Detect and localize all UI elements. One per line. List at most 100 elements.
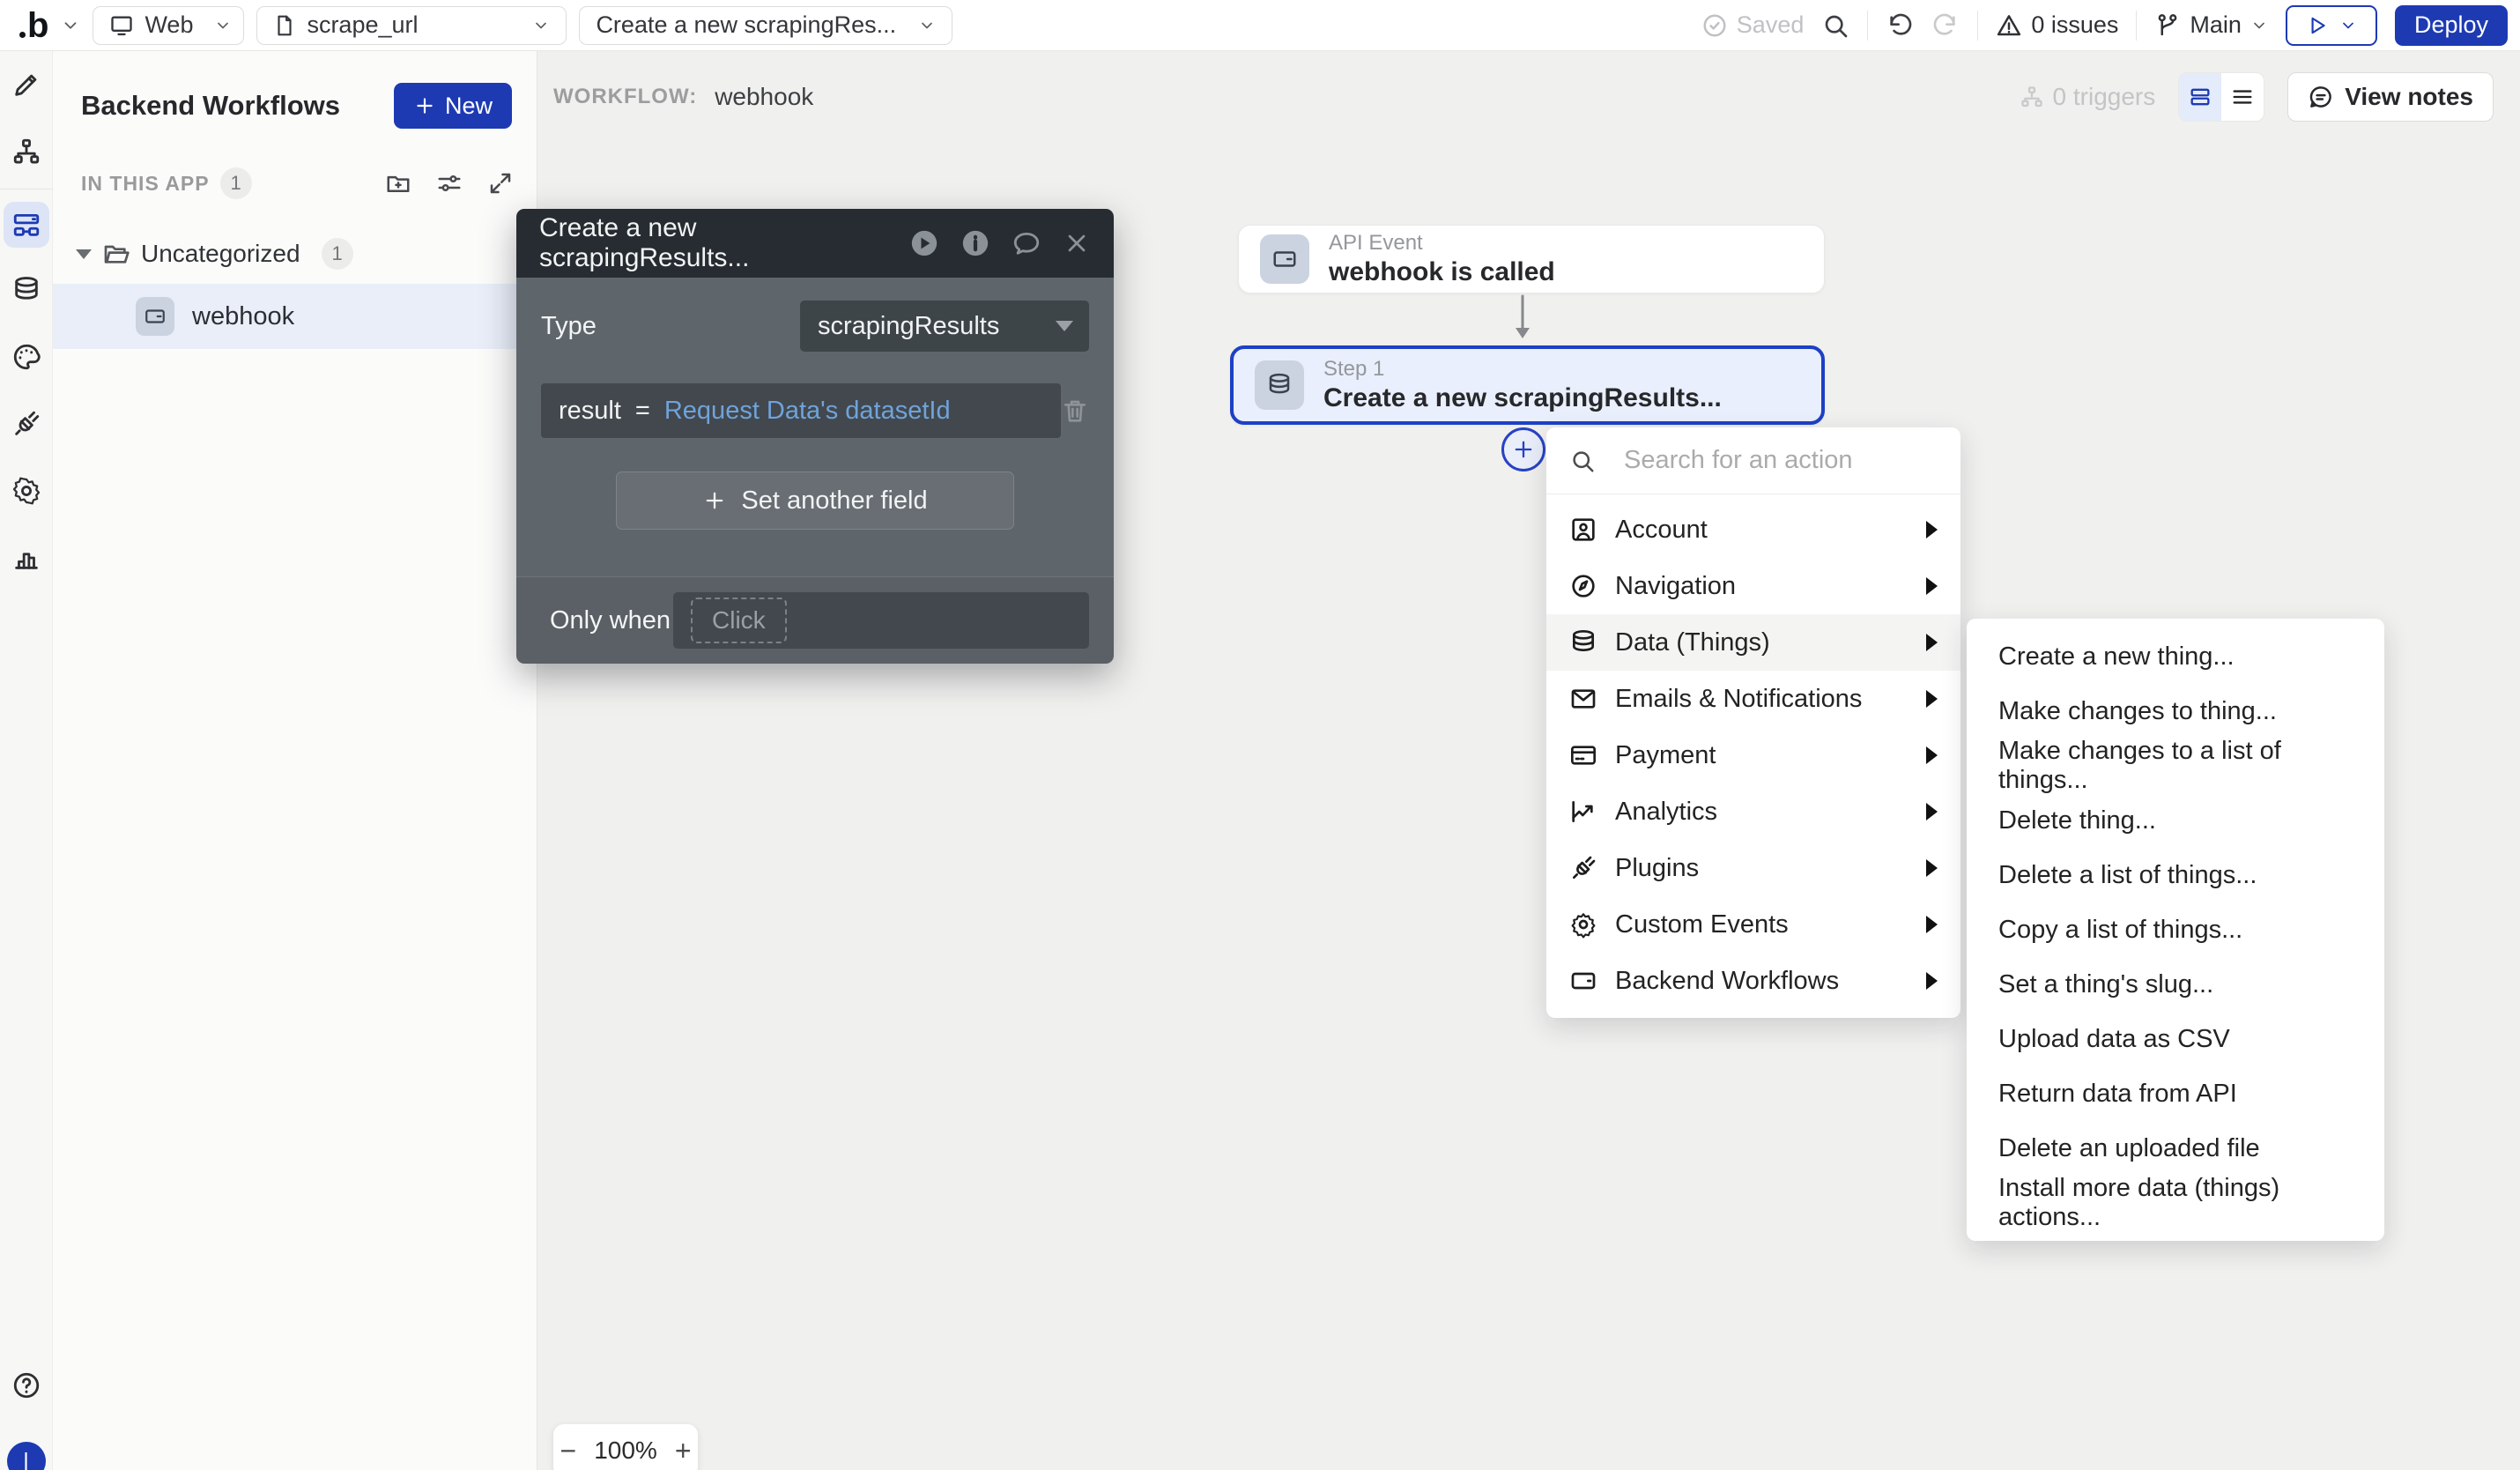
workflow-icon [4, 202, 49, 248]
submenu-item[interactable]: Create a new thing... [1967, 629, 2384, 684]
action-menu-item[interactable]: Payment [1546, 727, 1960, 783]
run-icon[interactable] [909, 228, 939, 258]
expand-icon[interactable] [487, 170, 514, 197]
submenu-item[interactable]: Delete thing... [1967, 793, 2384, 848]
section-label: IN THIS APP [81, 172, 210, 196]
platform-selector[interactable]: Web [93, 6, 244, 45]
action-menu-item[interactable]: Navigation [1546, 558, 1960, 614]
action-menu-item-label: Account [1615, 516, 1708, 545]
action-menu-item-label: Payment [1615, 741, 1716, 770]
workflow-selector[interactable]: Create a new scrapingRes... [579, 6, 952, 45]
action-menu-item[interactable]: Data (Things) [1546, 614, 1960, 671]
action-menu-item[interactable]: Analytics [1546, 783, 1960, 840]
plug-icon [11, 409, 41, 439]
bar-chart-icon [11, 543, 41, 573]
event-card[interactable]: API Event webhook is called [1238, 225, 1825, 293]
set-another-field-label: Set another field [741, 486, 927, 516]
submenu-item[interactable]: Delete an uploaded file [1967, 1121, 2384, 1176]
submenu-item[interactable]: Return data from API [1967, 1066, 2384, 1121]
step-card-selected[interactable]: Step 1 Create a new scrapingResults... [1230, 345, 1825, 425]
new-button-label: New [445, 93, 493, 120]
page-selector[interactable]: scrape_url [256, 6, 567, 45]
submenu-item[interactable]: Make changes to thing... [1967, 684, 2384, 739]
action-menu-item[interactable]: Plugins [1546, 840, 1960, 896]
issues-indicator[interactable]: 0 issues [1996, 11, 2118, 39]
submenu-arrow-icon [1926, 690, 1938, 708]
zoom-in-button[interactable]: + [675, 1435, 692, 1467]
top-toolbar: b Web scrape_url Create a new scra [0, 0, 2520, 51]
action-menu-item-label: Plugins [1615, 854, 1699, 883]
submenu-item[interactable]: Upload data as CSV [1967, 1012, 2384, 1066]
sidebar-item-pages[interactable] [2, 118, 51, 185]
workflow-list-item-selected[interactable]: webhook [53, 284, 537, 349]
list-view-button[interactable] [2221, 73, 2264, 121]
redo-button[interactable] [1931, 11, 1960, 40]
check-circle-icon [1701, 12, 1728, 39]
submenu-item[interactable]: Set a thing's slug... [1967, 957, 2384, 1012]
new-workflow-button[interactable]: New [394, 83, 512, 129]
action-menu-item-label: Backend Workflows [1615, 967, 1839, 996]
action-menu-item[interactable]: Emails & Notifications [1546, 671, 1960, 727]
caret-down-icon [1056, 321, 1073, 331]
help-button[interactable] [2, 1352, 51, 1419]
sidebar-item-styles[interactable] [2, 323, 51, 390]
sidebar-item-backend-workflows[interactable] [2, 193, 51, 256]
custom-events-icon [1569, 910, 1597, 939]
sidebar-item-settings[interactable] [2, 457, 51, 524]
view-notes-button[interactable]: View notes [2287, 72, 2494, 122]
action-search-input[interactable] [1624, 446, 1956, 475]
submenu-item[interactable]: Delete a list of things... [1967, 848, 2384, 902]
submenu-item[interactable]: Make changes to a list of things... [1967, 739, 2384, 793]
action-menu-item[interactable]: Account [1546, 501, 1960, 558]
undo-button[interactable] [1886, 11, 1914, 40]
submenu-item[interactable]: Copy a list of things... [1967, 902, 2384, 957]
comment-icon[interactable] [1012, 228, 1041, 258]
sidebar-item-data[interactable] [2, 256, 51, 323]
close-icon[interactable] [1063, 229, 1091, 257]
plus-icon [413, 94, 436, 117]
action-menu-item[interactable]: Custom Events [1546, 896, 1960, 953]
play-icon [2306, 14, 2329, 37]
chevron-down-icon [2250, 17, 2268, 34]
help-circle-icon [11, 1370, 41, 1400]
issues-label: 0 issues [2031, 11, 2118, 39]
search-icon [1821, 11, 1849, 40]
bubble-logo[interactable]: b [19, 8, 48, 43]
folder-row-uncategorized[interactable]: Uncategorized 1 [53, 229, 537, 278]
intercom-button[interactable]: | [7, 1442, 46, 1470]
triggers-label: 0 triggers [2053, 83, 2156, 111]
sitemap-icon [11, 137, 41, 167]
new-folder-icon[interactable] [385, 170, 411, 197]
submenu-list: Create a new thing... Make changes to th… [1967, 629, 2384, 1230]
plus-icon [702, 488, 727, 513]
undo-icon [1886, 11, 1914, 40]
submenu-arrow-icon [1926, 803, 1938, 820]
field-value-expression[interactable]: Request Data's datasetId [664, 397, 951, 426]
logo-chevron-down-icon[interactable] [61, 16, 80, 35]
add-action-button[interactable] [1501, 427, 1545, 471]
cards-view-button[interactable] [2179, 73, 2221, 121]
action-menu-item[interactable]: Backend Workflows [1546, 953, 1960, 1009]
emails-icon [1569, 685, 1597, 713]
only-when-input[interactable]: Click [673, 592, 1089, 649]
set-another-field-button[interactable]: Set another field [616, 471, 1014, 530]
sidebar-item-design[interactable] [2, 51, 51, 118]
search-button[interactable] [1821, 11, 1849, 40]
info-icon[interactable] [960, 228, 990, 258]
deploy-button[interactable]: Deploy [2395, 5, 2508, 46]
type-select[interactable]: scrapingResults [800, 301, 1089, 352]
preview-button[interactable] [2286, 5, 2377, 46]
filter-icon[interactable] [436, 170, 463, 197]
zoom-out-button[interactable]: − [560, 1435, 577, 1467]
action-search-row[interactable] [1546, 427, 1960, 494]
delete-field-icon[interactable] [1061, 397, 1089, 425]
submenu-item[interactable]: Install more data (things) actions... [1967, 1176, 2384, 1230]
sidebar-item-plugins[interactable] [2, 390, 51, 457]
sidebar-item-logs[interactable] [2, 524, 51, 591]
action-menu-item-label: Analytics [1615, 798, 1717, 827]
branch-selector[interactable]: Main [2154, 11, 2268, 39]
submenu-item-label: Delete a list of things... [1998, 861, 2257, 890]
field-assignment-row[interactable]: result = Request Data's datasetId [541, 383, 1061, 438]
modal-header[interactable]: Create a new scrapingResults... [516, 209, 1114, 278]
chevron-down-icon [214, 17, 232, 34]
